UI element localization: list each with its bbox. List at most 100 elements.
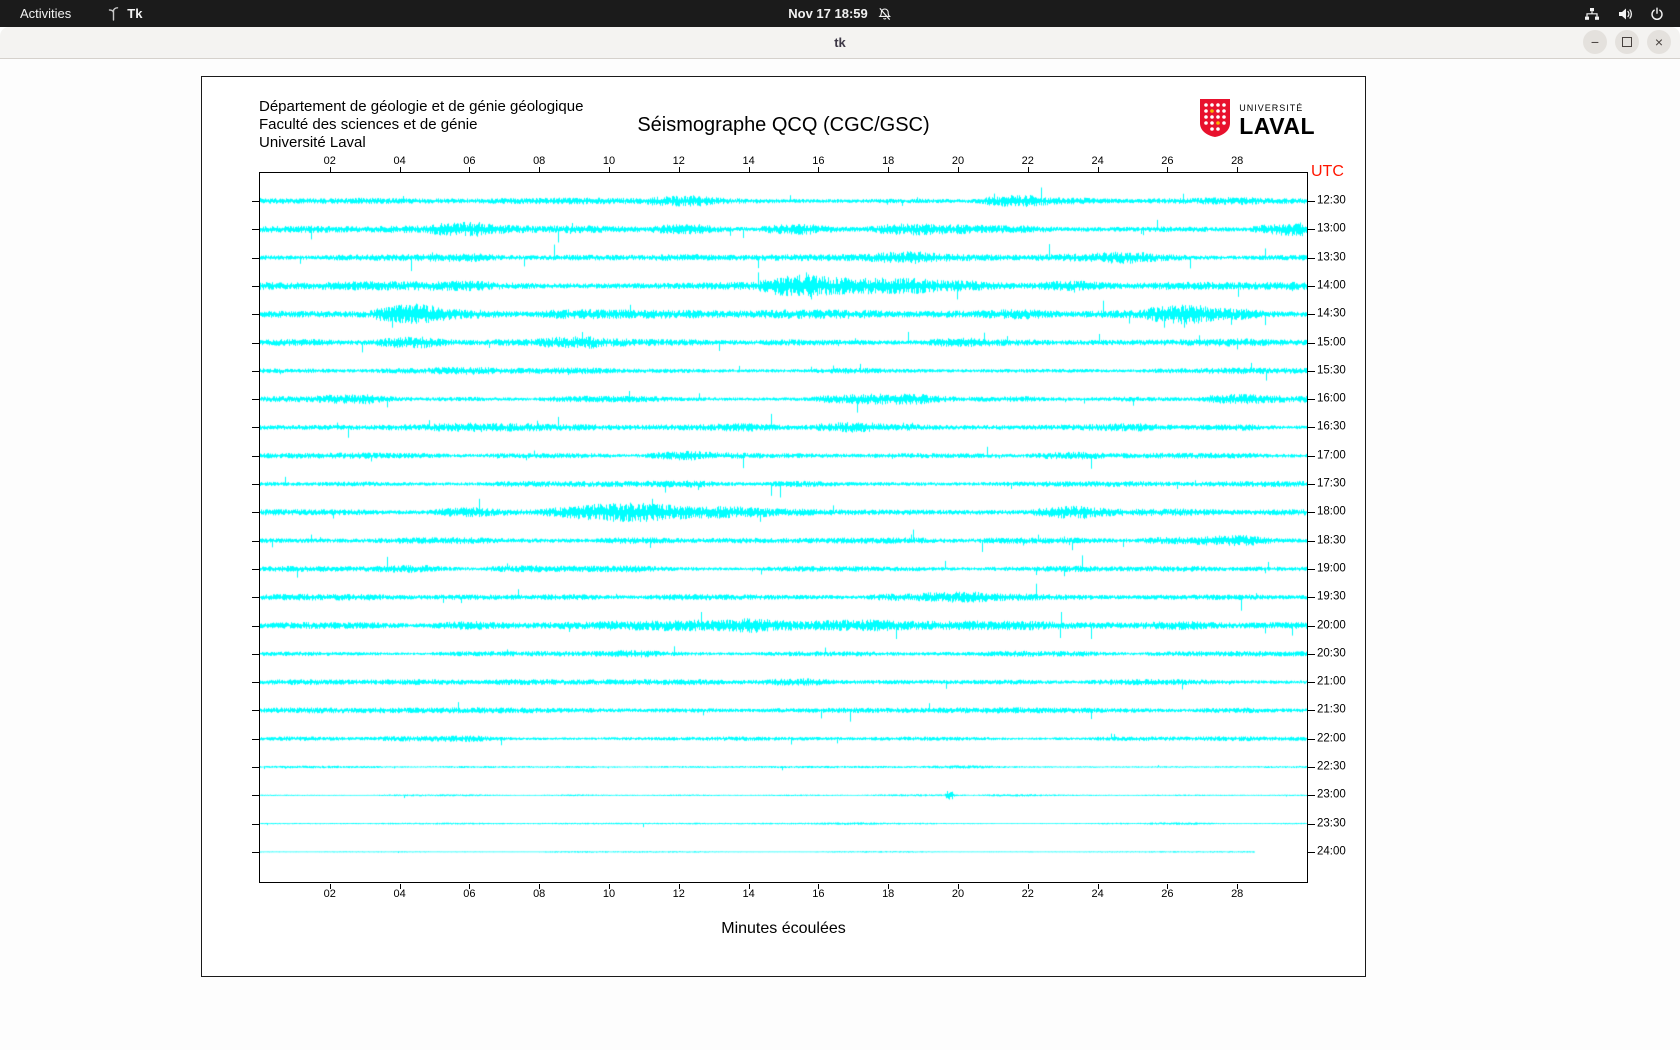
row-tick-mark-right <box>1308 314 1315 315</box>
utc-axis-label: UTC <box>1311 163 1344 181</box>
power-icon <box>1650 7 1664 21</box>
x-tick-label-top: 10 <box>603 155 615 167</box>
activities-button[interactable]: Activities <box>14 4 77 23</box>
window-controls: − × <box>1583 30 1671 54</box>
row-tick-mark-right <box>1308 343 1315 344</box>
row-tick-mark-left <box>252 512 259 513</box>
maximize-icon <box>1622 37 1632 47</box>
app-indicator[interactable]: Tk <box>107 6 142 21</box>
network-icon <box>1584 7 1600 21</box>
row-tick-mark-right <box>1308 824 1315 825</box>
utc-time-label: 18:30 <box>1317 534 1346 546</box>
system-status-menu[interactable] <box>1578 6 1680 22</box>
row-tick-mark-left <box>252 597 259 598</box>
utc-time-label: 21:30 <box>1317 704 1346 716</box>
seismograph-frame: Département de géologie et de génie géol… <box>201 76 1366 977</box>
row-tick-mark-left <box>252 456 259 457</box>
x-tick-label-top: 26 <box>1161 155 1173 167</box>
x-tick-label-top: 16 <box>812 155 824 167</box>
x-tick-label-bottom: 22 <box>1022 888 1034 900</box>
minimize-button[interactable]: − <box>1583 30 1607 54</box>
utc-time-label: 15:00 <box>1317 336 1346 348</box>
clock-menu[interactable]: Nov 17 18:59 <box>788 6 892 21</box>
utc-time-label: 16:00 <box>1317 392 1346 404</box>
utc-time-label: 22:00 <box>1317 732 1346 744</box>
window-content-area: Département de géologie et de génie géol… <box>0 59 1680 1050</box>
x-tick-mark-bottom <box>539 884 540 889</box>
row-tick-mark-left <box>252 824 259 825</box>
utc-time-label: 20:00 <box>1317 619 1346 631</box>
row-tick-mark-left <box>252 654 259 655</box>
x-tick-mark-top <box>1167 167 1168 172</box>
x-tick-label-bottom: 08 <box>533 888 545 900</box>
utc-time-label: 12:30 <box>1317 194 1346 206</box>
utc-time-label: 23:00 <box>1317 789 1346 801</box>
row-tick-mark-right <box>1308 512 1315 513</box>
utc-time-label: 13:30 <box>1317 251 1346 263</box>
row-tick-mark-right <box>1308 258 1315 259</box>
x-tick-mark-bottom <box>679 884 680 889</box>
x-tick-mark-bottom <box>1098 884 1099 889</box>
x-tick-label-bottom: 04 <box>393 888 405 900</box>
x-tick-label-bottom: 06 <box>463 888 475 900</box>
row-tick-mark-right <box>1308 201 1315 202</box>
x-tick-label-top: 04 <box>393 155 405 167</box>
x-tick-mark-top <box>818 167 819 172</box>
app-indicator-label: Tk <box>127 6 142 21</box>
maximize-button[interactable] <box>1615 30 1639 54</box>
x-tick-mark-top <box>749 167 750 172</box>
utc-time-label: 23:30 <box>1317 817 1346 829</box>
utc-time-label: 17:30 <box>1317 477 1346 489</box>
x-tick-mark-top <box>400 167 401 172</box>
row-tick-mark-left <box>252 286 259 287</box>
row-tick-mark-right <box>1308 597 1315 598</box>
row-tick-mark-right <box>1308 654 1315 655</box>
row-tick-mark-right <box>1308 427 1315 428</box>
gnome-top-bar: Activities Tk Nov 17 18:59 <box>0 0 1680 27</box>
window-title: tk <box>834 35 846 50</box>
x-tick-label-bottom: 10 <box>603 888 615 900</box>
x-tick-label-top: 14 <box>742 155 754 167</box>
row-tick-mark-right <box>1308 286 1315 287</box>
row-tick-mark-left <box>252 371 259 372</box>
x-tick-label-bottom: 02 <box>324 888 336 900</box>
utc-time-label: 13:00 <box>1317 223 1346 235</box>
row-tick-mark-right <box>1308 795 1315 796</box>
utc-time-label: 15:30 <box>1317 364 1346 376</box>
row-tick-mark-right <box>1308 569 1315 570</box>
row-tick-mark-right <box>1308 682 1315 683</box>
x-tick-mark-bottom <box>469 884 470 889</box>
x-tick-label-top: 06 <box>463 155 475 167</box>
row-tick-mark-left <box>252 314 259 315</box>
utc-time-label: 19:00 <box>1317 562 1346 574</box>
x-tick-mark-bottom <box>749 884 750 889</box>
utc-time-label: 14:30 <box>1317 308 1346 320</box>
row-tick-mark-left <box>252 682 259 683</box>
universite-laval-logo: UNIVERSITÉ LAVAL <box>1198 98 1315 143</box>
x-tick-label-bottom: 26 <box>1161 888 1173 900</box>
row-tick-mark-right <box>1308 371 1315 372</box>
x-tick-label-bottom: 18 <box>882 888 894 900</box>
row-tick-mark-left <box>252 399 259 400</box>
notifications-muted-icon <box>877 7 892 21</box>
row-tick-mark-left <box>252 767 259 768</box>
x-tick-label-bottom: 14 <box>742 888 754 900</box>
utc-time-label: 19:30 <box>1317 591 1346 603</box>
row-tick-mark-right <box>1308 739 1315 740</box>
row-tick-mark-left <box>252 710 259 711</box>
utc-time-label: 24:00 <box>1317 845 1346 857</box>
plot-title: Séismographe QCQ (CGC/GSC) <box>202 114 1365 137</box>
x-tick-mark-bottom <box>958 884 959 889</box>
volume-icon <box>1617 7 1633 21</box>
utc-time-label: 18:00 <box>1317 506 1346 518</box>
row-tick-mark-right <box>1308 456 1315 457</box>
row-tick-mark-left <box>252 201 259 202</box>
tk-app-icon <box>107 6 120 21</box>
close-button[interactable]: × <box>1647 30 1671 54</box>
x-tick-label-top: 24 <box>1091 155 1103 167</box>
x-tick-mark-bottom <box>400 884 401 889</box>
window-titlebar[interactable]: tk − × <box>0 27 1680 59</box>
x-tick-label-top: 20 <box>952 155 964 167</box>
row-tick-mark-left <box>252 484 259 485</box>
row-tick-mark-left <box>252 626 259 627</box>
